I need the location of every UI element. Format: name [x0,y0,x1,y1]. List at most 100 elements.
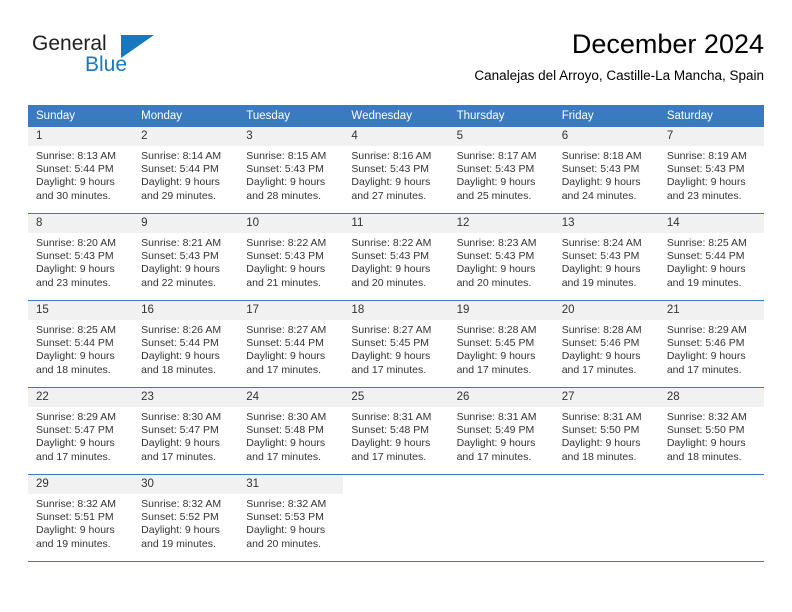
daylight-text-line1: Daylight: 9 hours [141,176,220,189]
daylight-text-line1: Daylight: 9 hours [666,350,746,363]
calendar-day-cell[interactable]: 2 Sunrise: 8:14 AM Sunset: 5:44 PM Daylight… [133,126,239,214]
daylight-text-line1: Daylight: 9 hours [561,263,641,276]
calendar-day-cell[interactable]: 24 Sunrise: 8:30 AM Sunset: 5:48 PM Dayligh… [238,387,344,475]
calendar-day-cell[interactable]: 30 Sunrise: 8:32 AM Sunset: 5:52 PM Dayligh… [133,474,239,562]
calendar-day-cell[interactable]: 6 Sunrise: 8:18 AM Sunset: 5:43 PM Daylight… [553,126,659,214]
calendar-day-cell[interactable]: 22 Sunrise: 8:29 AM Sunset: 5:47 PM Dayligh… [28,387,134,475]
calendar-day-cell[interactable]: 3 Sunrise: 8:15 AM Sunset: 5:43 PM Daylight… [238,126,344,214]
sunrise-text: Sunrise: 8:30 AM [246,411,327,423]
daylight-text-line1: Daylight: 9 hours [36,524,115,537]
calendar-day-cell[interactable]: 11 Sunrise: 8:22 AM Sunset: 5:43 PM Dayligh… [343,213,449,301]
calendar-day-cell[interactable]: 23 Sunrise: 8:30 AM Sunset: 5:47 PM Dayligh… [133,387,239,475]
calendar-day-cell[interactable]: 9 Sunrise: 8:21 AM Sunset: 5:43 PM Daylight… [133,213,239,301]
sunrise-text: Sunrise: 8:18 AM [561,150,642,162]
daylight-text-line2: and 23 minutes. [36,276,111,289]
sunrise-text: Sunrise: 8:31 AM [456,411,537,423]
calendar-day-cell[interactable]: 28 Sunrise: 8:32 AM Sunset: 5:50 PM Dayligh… [658,387,764,475]
calendar-day-cell[interactable]: 17 Sunrise: 8:27 AM Sunset: 5:44 PM Dayligh… [238,300,344,388]
daylight-text-line2: and 29 minutes. [141,189,216,202]
weekday-header-friday: Friday [553,105,659,127]
calendar-day-cell[interactable]: 10 Sunrise: 8:22 AM Sunset: 5:43 PM Dayligh… [238,213,344,301]
calendar-day-cell-empty [343,474,449,562]
daylight-text-line1: Daylight: 9 hours [351,350,431,363]
calendar-day-cell[interactable]: 14 Sunrise: 8:25 AM Sunset: 5:44 PM Dayligh… [658,213,764,301]
sunrise-text: Sunrise: 8:32 AM [666,411,747,423]
sunrise-text: Sunrise: 8:29 AM [666,324,747,336]
sunset-text: Sunset: 5:43 PM [246,163,324,176]
day-number: 8 [28,214,134,233]
day-details: Sunrise: 8:25 AM Sunset: 5:44 PM Daylight:… [28,320,133,377]
day-number: 31 [238,475,344,494]
calendar-day-cell[interactable]: 16 Sunrise: 8:26 AM Sunset: 5:44 PM Dayligh… [133,300,239,388]
calendar-day-cell[interactable]: 19 Sunrise: 8:28 AM Sunset: 5:45 PM Dayligh… [448,300,554,388]
daylight-text-line2: and 18 minutes. [561,450,637,463]
day-details: Sunrise: 8:31 AM Sunset: 5:50 PM Daylight:… [554,407,659,464]
calendar-day-cell[interactable]: 20 Sunrise: 8:28 AM Sunset: 5:46 PM Dayligh… [553,300,659,388]
day-number: 16 [133,301,239,320]
calendar-day-cell[interactable]: 8 Sunrise: 8:20 AM Sunset: 5:43 PM Daylight… [28,213,134,301]
day-details: Sunrise: 8:27 AM Sunset: 5:45 PM Daylight:… [343,320,448,377]
calendar-day-cell[interactable]: 4 Sunrise: 8:16 AM Sunset: 5:43 PM Daylight… [343,126,449,214]
day-number: 9 [133,214,239,233]
weekday-header-monday: Monday [133,105,239,127]
daylight-text-line2: and 20 minutes. [351,276,427,289]
sunset-text: Sunset: 5:50 PM [666,424,745,437]
sunrise-text: Sunrise: 8:26 AM [141,324,222,336]
daylight-text-line2: and 17 minutes. [141,450,216,463]
sunset-text: Sunset: 5:46 PM [561,337,640,350]
calendar-day-cell[interactable]: 7 Sunrise: 8:19 AM Sunset: 5:43 PM Daylight… [658,126,764,214]
daylight-text-line2: and 24 minutes. [561,189,637,202]
daylight-text-line1: Daylight: 9 hours [246,350,326,363]
calendar-day-cell[interactable]: 12 Sunrise: 8:23 AM Sunset: 5:43 PM Dayligh… [448,213,554,301]
weekday-header-tuesday: Tuesday [238,105,344,127]
day-number: 6 [553,127,659,146]
calendar-day-cell[interactable]: 31 Sunrise: 8:32 AM Sunset: 5:53 PM Dayligh… [238,474,344,562]
day-details: Sunrise: 8:29 AM Sunset: 5:47 PM Daylight:… [28,407,133,464]
sunrise-text: Sunrise: 8:22 AM [351,237,432,249]
daylight-text-line1: Daylight: 9 hours [36,176,115,189]
page-title: December 2024 [571,29,764,59]
sunset-text: Sunset: 5:46 PM [666,337,745,350]
calendar-week-row: 1 Sunrise: 8:13 AM Sunset: 5:44 PM Daylight… [28,126,764,214]
calendar-day-cell[interactable]: 1 Sunrise: 8:13 AM Sunset: 5:44 PM Daylight… [28,126,134,214]
daylight-text-line2: and 23 minutes. [666,189,742,202]
calendar-day-cell[interactable]: 21 Sunrise: 8:29 AM Sunset: 5:46 PM Dayligh… [658,300,764,388]
daylight-text-line2: and 22 minutes. [141,276,216,289]
day-details: Sunrise: 8:32 AM Sunset: 5:51 PM Daylight:… [28,494,133,551]
daylight-text-line1: Daylight: 9 hours [561,350,641,363]
calendar-week-row: 29 Sunrise: 8:32 AM Sunset: 5:51 PM Dayligh… [28,474,764,562]
day-details: Sunrise: 8:26 AM Sunset: 5:44 PM Daylight:… [133,320,238,377]
general-blue-logo[interactable]: General Blue [28,32,228,88]
day-details: Sunrise: 8:23 AM Sunset: 5:43 PM Daylight:… [449,233,554,290]
title-block: December 2024 Canalejas del Arroyo, Cast… [474,28,764,86]
daylight-text-line2: and 20 minutes. [246,537,321,550]
calendar-day-cell[interactable]: 26 Sunrise: 8:31 AM Sunset: 5:49 PM Dayligh… [448,387,554,475]
sunset-text: Sunset: 5:43 PM [36,250,114,263]
calendar-day-cell[interactable]: 15 Sunrise: 8:25 AM Sunset: 5:44 PM Dayligh… [28,300,134,388]
daylight-text-line1: Daylight: 9 hours [36,437,115,450]
calendar-day-cell[interactable]: 13 Sunrise: 8:24 AM Sunset: 5:43 PM Dayligh… [553,213,659,301]
sunset-text: Sunset: 5:47 PM [36,424,114,437]
sunset-text: Sunset: 5:44 PM [666,250,745,263]
calendar-week-row: 8 Sunrise: 8:20 AM Sunset: 5:43 PM Daylight… [28,213,764,301]
calendar-day-cell[interactable]: 18 Sunrise: 8:27 AM Sunset: 5:45 PM Dayligh… [343,300,449,388]
calendar-day-cell[interactable]: 5 Sunrise: 8:17 AM Sunset: 5:43 PM Daylight… [448,126,554,214]
day-number: 20 [553,301,659,320]
daylight-text-line2: and 17 minutes. [246,450,321,463]
day-details: Sunrise: 8:28 AM Sunset: 5:46 PM Daylight:… [554,320,659,377]
day-details: Sunrise: 8:17 AM Sunset: 5:43 PM Daylight:… [449,146,554,203]
daylight-text-line2: and 18 minutes. [36,363,111,376]
day-details: Sunrise: 8:20 AM Sunset: 5:43 PM Daylight:… [28,233,133,290]
day-details: Sunrise: 8:25 AM Sunset: 5:44 PM Daylight:… [659,233,764,290]
daylight-text-line1: Daylight: 9 hours [456,263,536,276]
daylight-text-line2: and 19 minutes. [36,537,111,550]
sunrise-text: Sunrise: 8:21 AM [141,237,222,249]
daylight-text-line1: Daylight: 9 hours [141,437,220,450]
day-number: 12 [448,214,554,233]
day-number: 2 [133,127,239,146]
calendar-day-cell[interactable]: 29 Sunrise: 8:32 AM Sunset: 5:51 PM Dayligh… [28,474,134,562]
day-number [448,475,554,494]
calendar-day-cell[interactable]: 25 Sunrise: 8:31 AM Sunset: 5:48 PM Dayligh… [343,387,449,475]
daylight-text-line1: Daylight: 9 hours [36,350,115,363]
calendar-day-cell[interactable]: 27 Sunrise: 8:31 AM Sunset: 5:50 PM Dayligh… [553,387,659,475]
